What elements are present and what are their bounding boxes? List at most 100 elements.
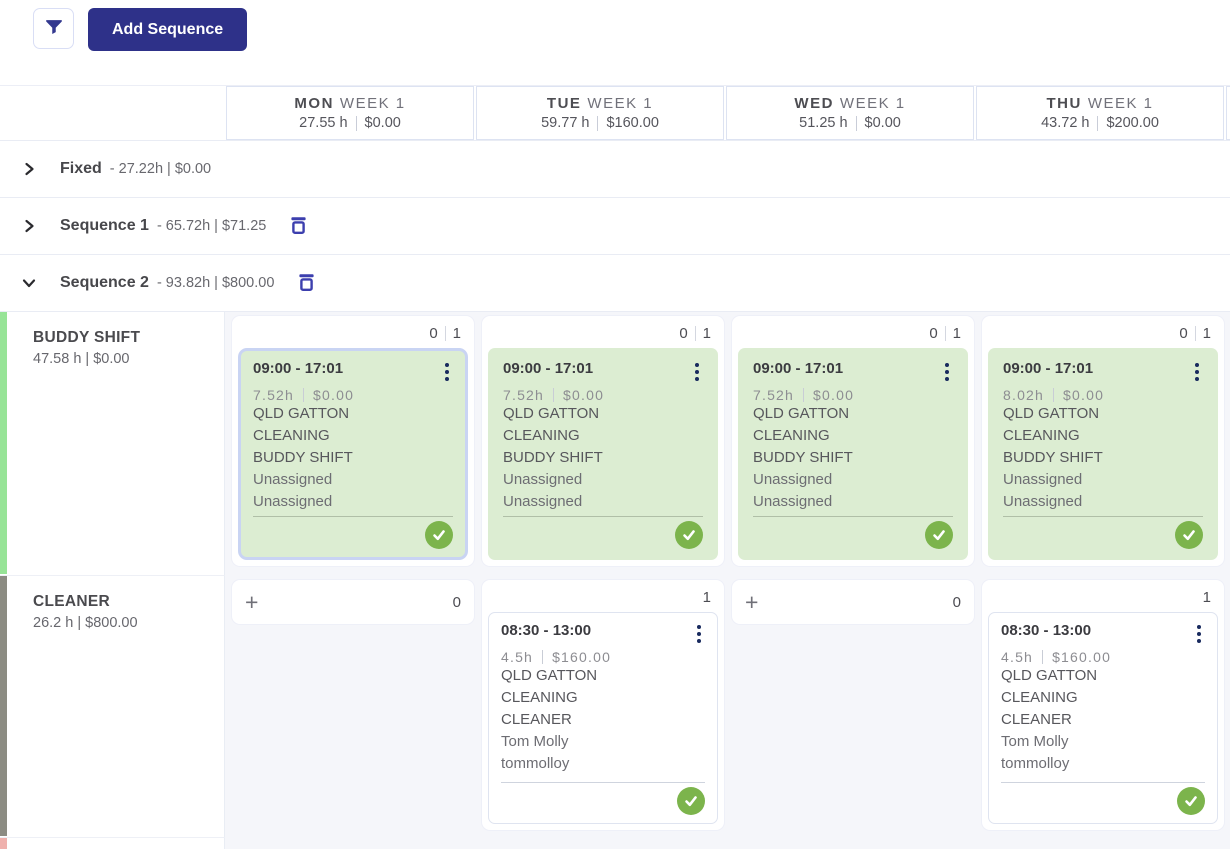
shift-location-line: CLEANING	[1003, 427, 1080, 444]
approved-check-icon	[1177, 787, 1205, 815]
roster-schedule-page: Add Sequence MON WEEK 1 27.55 h $0.00 TUE W…	[0, 0, 1230, 849]
day-hours: 51.25 h	[799, 115, 848, 131]
kebab-menu-icon[interactable]	[1193, 622, 1205, 646]
kebab-menu-icon[interactable]	[441, 360, 453, 384]
cell-count: 0	[1179, 325, 1188, 342]
group-metrics: - 93.82h | $800.00	[156, 275, 275, 291]
role-metrics: 26.2 h | $800.00	[33, 615, 138, 631]
shift-hours: 4.5h	[501, 649, 534, 665]
role-color-stripe	[0, 838, 7, 849]
shift-assignee: Unassigned	[253, 471, 333, 488]
shift-location-line: CLEANING	[501, 689, 578, 706]
role-name: CLEANER	[33, 593, 111, 610]
shift-cell-wed: + 0	[731, 579, 975, 625]
shift-card[interactable]: 09:00 - 17:01 8.02h $0.00 QLD GATTON CLEA…	[988, 348, 1218, 560]
group-row-fixed[interactable]: Fixed - 27.22h | $0.00	[0, 141, 1230, 198]
chevron-right-icon[interactable]	[18, 158, 40, 180]
shift-cell-tue: 1 08:30 - 13:00 4.5h $160.00 QLD GATTON C…	[481, 579, 725, 831]
shift-location-line: CLEANING	[253, 427, 330, 444]
shift-location-line: CLEANING	[753, 427, 830, 444]
day-header-mon: MON WEEK 1 27.55 h $0.00	[226, 86, 474, 140]
shift-location-line: BUDDY SHIFT	[503, 449, 603, 466]
role-cells: 01 09:00 - 17:01 7.52h $0.00 QLD GATTON C…	[225, 312, 1230, 576]
add-shift-icon[interactable]: +	[245, 591, 258, 614]
shift-assignee: Unassigned	[753, 493, 833, 510]
shift-assignee: Unassigned	[503, 493, 583, 510]
shift-cost: $0.00	[563, 387, 605, 403]
cell-count: 0	[929, 325, 938, 342]
shift-assignee: tommolloy	[1001, 755, 1070, 772]
group-row-sequence-1[interactable]: Sequence 1 - 65.72h | $71.25	[0, 198, 1230, 255]
day-header-partial	[1226, 86, 1230, 140]
shift-card[interactable]: 09:00 - 17:01 7.52h $0.00 QLD GATTON CLEA…	[488, 348, 718, 560]
kebab-menu-icon[interactable]	[693, 622, 705, 646]
shift-cost: $0.00	[1063, 387, 1105, 403]
role-metrics: 47.58 h | $0.00	[33, 351, 130, 367]
shift-card[interactable]: 09:00 - 17:01 7.52h $0.00 QLD GATTON CLEA…	[238, 348, 468, 560]
filter-button[interactable]	[33, 8, 74, 49]
shift-cost: $160.00	[552, 649, 612, 665]
group-name: Fixed	[60, 160, 102, 177]
shift-cell-thu: 1 08:30 - 13:00 4.5h $160.00 QLD GATTON C…	[981, 579, 1225, 831]
shift-location-line: BUDDY SHIFT	[753, 449, 853, 466]
shift-hours: 7.52h	[503, 387, 545, 403]
shift-assignee: tommolloy	[501, 755, 570, 772]
trash-icon	[288, 214, 309, 239]
chevron-right-icon[interactable]	[18, 215, 40, 237]
shift-hours: 7.52h	[753, 387, 795, 403]
kebab-menu-icon[interactable]	[941, 360, 953, 384]
group-row-sequence-2[interactable]: Sequence 2 - 93.82h | $800.00	[0, 255, 1230, 312]
kebab-menu-icon[interactable]	[691, 360, 703, 384]
group-metrics: - 27.22h | $0.00	[109, 161, 212, 177]
cell-count: 0	[429, 325, 438, 342]
delete-sequence-button[interactable]	[296, 271, 317, 296]
role-cells	[225, 838, 1230, 849]
shift-cell-wed: 01 09:00 - 17:01 7.52h $0.00 QLD GATTON C…	[731, 315, 975, 567]
shift-location-line: BUDDY SHIFT	[253, 449, 353, 466]
role-row-buddy-shift: BUDDY SHIFT 47.58 h | $0.00 01 09:00 - 1…	[0, 312, 1230, 576]
add-shift-icon[interactable]: +	[745, 591, 758, 614]
shift-location-line: CLEANER	[501, 711, 572, 728]
shift-cost: $0.00	[813, 387, 855, 403]
chevron-down-icon[interactable]	[18, 272, 40, 294]
shift-cost: $160.00	[1052, 649, 1112, 665]
add-sequence-button[interactable]: Add Sequence	[88, 8, 248, 51]
trash-icon	[296, 271, 317, 296]
shift-location-line: CLEANER	[1001, 711, 1072, 728]
shift-location-line: QLD GATTON	[753, 405, 850, 422]
approved-check-icon	[1175, 521, 1203, 549]
role-row-cleaner: CLEANER 26.2 h | $800.00 + 0 1 08:30 - 1…	[0, 576, 1230, 838]
shift-cell-mon: + 0	[231, 579, 475, 625]
day-name: TUE	[546, 95, 582, 112]
header-spacer	[0, 86, 225, 140]
shift-cost: $0.00	[313, 387, 355, 403]
cell-count: 1	[1202, 325, 1211, 342]
shift-card[interactable]: 08:30 - 13:00 4.5h $160.00 QLD GATTON CLE…	[988, 612, 1218, 824]
shift-hours: 7.52h	[253, 387, 295, 403]
shift-assignee: Unassigned	[503, 471, 583, 488]
shift-location-line: QLD GATTON	[503, 405, 600, 422]
day-header-row: MON WEEK 1 27.55 h $0.00 TUE WEEK 1 59.77 h…	[0, 85, 1230, 141]
group-name: Sequence 1	[60, 217, 149, 234]
kebab-menu-icon[interactable]	[1191, 360, 1203, 384]
approved-check-icon	[425, 521, 453, 549]
cell-count: 1	[702, 589, 711, 606]
shift-time: 09:00 - 17:01	[1003, 360, 1094, 377]
cell-count: 1	[702, 325, 711, 342]
cell-count: 1	[1202, 589, 1211, 606]
shift-location-line: QLD GATTON	[1001, 667, 1098, 684]
day-hours: 27.55 h	[299, 115, 348, 131]
day-hours: 43.72 h	[1041, 115, 1090, 131]
delete-sequence-button[interactable]	[288, 214, 309, 239]
shift-time: 09:00 - 17:01	[253, 360, 344, 377]
cell-count: 0	[452, 593, 461, 611]
role-label: CLEANER 26.2 h | $800.00	[0, 576, 225, 838]
shift-card[interactable]: 09:00 - 17:01 7.52h $0.00 QLD GATTON CLEA…	[738, 348, 968, 560]
group-metrics: - 65.72h | $71.25	[156, 218, 267, 234]
week-label: WEEK 1	[1087, 95, 1154, 112]
role-row-partial	[0, 838, 1230, 849]
shift-card[interactable]: 08:30 - 13:00 4.5h $160.00 QLD GATTON CLE…	[488, 612, 718, 824]
day-name: THU	[1046, 95, 1082, 112]
shift-hours: 4.5h	[1001, 649, 1034, 665]
shift-time: 09:00 - 17:01	[753, 360, 844, 377]
